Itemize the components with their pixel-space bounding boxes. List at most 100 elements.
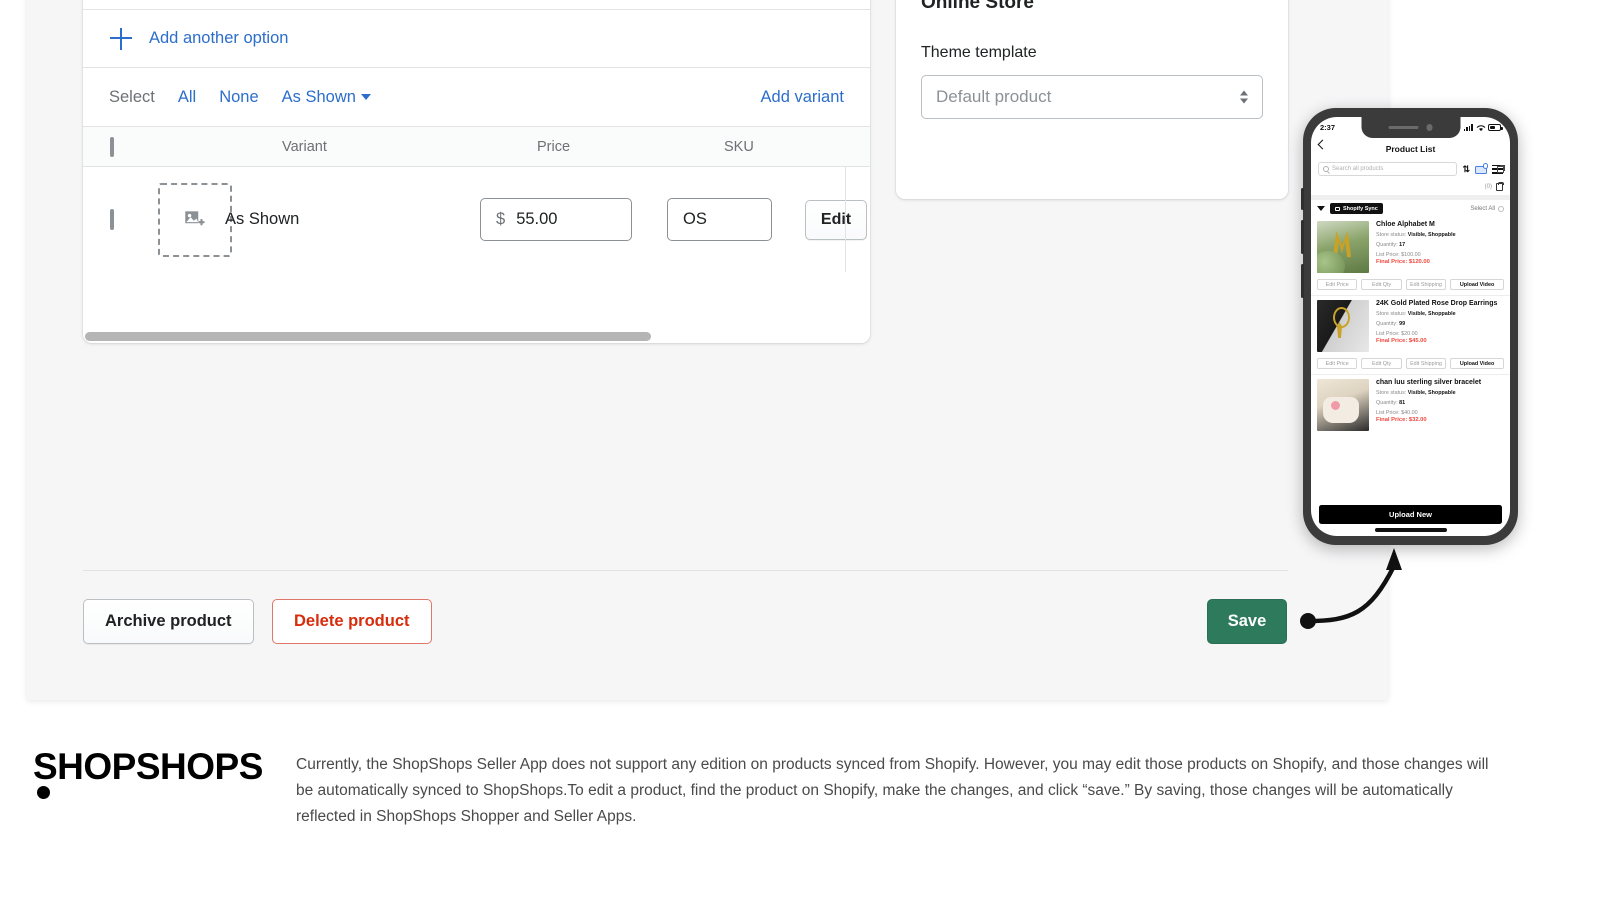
product-info: chan luu sterling silver bracelet Store …: [1376, 379, 1504, 431]
upload-new-button[interactable]: Upload New: [1319, 505, 1502, 524]
list-price-label: List Price:: [1376, 251, 1400, 258]
edit-qty-button[interactable]: Edit Qty: [1361, 279, 1402, 290]
select-all-control[interactable]: Select All: [1470, 205, 1504, 212]
cellular-signal-icon: [1463, 124, 1473, 131]
select-all-checkbox-cell: [83, 136, 140, 157]
sort-icon[interactable]: ⇅: [1462, 164, 1470, 174]
product-title: chan luu sterling silver bracelet: [1376, 379, 1482, 386]
shopshops-logo: SHOPSHOPS: [33, 746, 263, 787]
sku-input[interactable]: OS: [667, 198, 772, 241]
add-image-dropzone[interactable]: [158, 182, 232, 257]
select-all-link[interactable]: All: [178, 88, 196, 107]
list-item[interactable]: Chloe Alphabet M Store status: Visible, …: [1311, 165, 1510, 275]
add-another-option-row[interactable]: Add another option: [83, 10, 870, 68]
edit-price-button[interactable]: Edit Price: [1317, 358, 1358, 369]
product-store-status: Store status: Visible, Shoppable: [1376, 389, 1504, 397]
list-item[interactable]: 24K Gold Plated Rose Drop Earrings Store…: [1311, 165, 1510, 354]
variant-name-cell: As Shown: [225, 210, 480, 229]
store-status-label: Store status:: [1376, 390, 1407, 397]
variant-price-cell: $ 55.00: [480, 198, 667, 241]
back-chevron-icon[interactable]: [1317, 139, 1328, 150]
search-input[interactable]: Search all products: [1318, 162, 1458, 176]
select-none-link[interactable]: None: [219, 88, 258, 107]
radio-circle-icon: [1498, 205, 1504, 212]
online-store-title: Online Store: [921, 0, 1034, 13]
wifi-icon: [1476, 124, 1485, 131]
store-status-value: Visible, Shoppable: [1407, 232, 1456, 239]
quantity-label: Quantity:: [1376, 400, 1398, 407]
list-item[interactable]: chan luu sterling silver bracelet Store …: [1311, 165, 1510, 433]
edit-shipping-button[interactable]: Edit Shipping: [1405, 279, 1447, 290]
product-action-row: Edit Price Edit Qty Edit Shipping Upload…: [1311, 354, 1510, 375]
calendar-sync-icon[interactable]: [1475, 163, 1488, 174]
row-checkbox[interactable]: [110, 208, 114, 230]
delete-product-button[interactable]: Delete product: [272, 599, 432, 644]
variant-sku-cell: OS: [667, 198, 787, 241]
cart-count: (0): [1484, 184, 1492, 190]
phone-cart-row: (0): [1311, 179, 1510, 195]
store-status-label: Store status:: [1376, 232, 1407, 239]
quantity-label: Quantity:: [1376, 321, 1398, 328]
product-info: 24K Gold Plated Rose Drop Earrings Store…: [1376, 300, 1504, 352]
select-arrows-icon: [1240, 90, 1248, 104]
horizontal-scrollbar[interactable]: [83, 329, 870, 343]
final-price-value: $45.00: [1408, 337, 1427, 344]
product-final-price: Final Price: $120.00: [1376, 259, 1504, 265]
phone-camera: [1426, 124, 1433, 131]
horizontal-scrollbar-thumb[interactable]: [85, 332, 651, 341]
card-top-section: [83, 0, 870, 10]
footer-description: Currently, the ShopShops Seller App does…: [296, 756, 1489, 825]
edit-qty-button[interactable]: Edit Qty: [1361, 358, 1402, 369]
select-all-label: Select All: [1470, 205, 1495, 212]
price-value: 55.00: [516, 210, 558, 228]
collapse-triangle-icon[interactable]: [1317, 206, 1325, 211]
final-price-label: Final Price:: [1376, 337, 1408, 344]
archive-product-button[interactable]: Archive product: [83, 599, 254, 644]
search-placeholder: Search all products: [1332, 166, 1384, 172]
product-action-row: Edit Price Edit Qty Edit Shipping Upload…: [1311, 275, 1510, 296]
add-image-icon: [185, 210, 205, 225]
screenshot-root: Add another option Select All None As Sh…: [0, 0, 1600, 900]
variants-table-header: Variant Price SKU: [83, 127, 870, 167]
select-as-shown-label: As Shown: [281, 87, 356, 106]
product-quantity: Quantity: 99: [1376, 320, 1504, 328]
price-input[interactable]: $ 55.00: [480, 198, 632, 241]
edit-button[interactable]: Edit: [805, 199, 867, 240]
variants-card: Add another option Select All None As Sh…: [83, 0, 870, 343]
quantity-value: 17: [1399, 242, 1406, 249]
product-store-status: Store status: Visible, Shoppable: [1376, 231, 1504, 239]
add-another-option-label[interactable]: Add another option: [149, 29, 288, 48]
product-title: Chloe Alphabet M: [1376, 221, 1435, 228]
product-image: [1317, 300, 1369, 352]
row-checkbox-cell: [83, 208, 140, 230]
select-all-checkbox[interactable]: [110, 136, 114, 157]
variant-image-cell: [140, 182, 232, 257]
final-price-value: $32.00: [1408, 416, 1427, 423]
save-button[interactable]: Save: [1207, 599, 1287, 644]
add-variant-link[interactable]: Add variant: [761, 88, 844, 107]
phone-search-row: Search all products ⇅: [1311, 159, 1510, 179]
edit-price-button[interactable]: Edit Price: [1317, 279, 1358, 290]
store-status-value: Visible, Shoppable: [1407, 311, 1456, 318]
home-indicator: [1374, 528, 1447, 532]
edit-shipping-button[interactable]: Edit Shipping: [1405, 358, 1447, 369]
phone-side-button: [1301, 264, 1304, 298]
product-quantity: Quantity: 17: [1376, 241, 1504, 249]
chevron-down-icon: [360, 93, 371, 100]
phone-sync-row: Shopify Sync Select All: [1311, 200, 1510, 217]
upload-video-button[interactable]: Upload Video: [1450, 279, 1504, 290]
upload-video-button[interactable]: Upload Video: [1450, 358, 1504, 369]
column-header-price: Price: [537, 138, 571, 155]
product-info: Chloe Alphabet M Store status: Visible, …: [1376, 221, 1504, 273]
external-link-icon[interactable]: [1497, 165, 1505, 173]
product-list-price: List Price: $20.00: [1376, 330, 1504, 338]
final-price-value: $120.00: [1408, 258, 1430, 265]
shopping-bag-icon[interactable]: [1496, 181, 1504, 191]
theme-template-value: Default product: [936, 87, 1052, 106]
select-as-shown-dropdown[interactable]: As Shown: [282, 88, 371, 107]
phone-volume-up-button: [1301, 188, 1304, 210]
theme-template-select[interactable]: Default product: [921, 75, 1263, 119]
phone-screen: 2:37 Product List Search all products ⇅ …: [1311, 117, 1510, 536]
final-price-label: Final Price:: [1376, 258, 1408, 265]
variant-edit-cell: Edit: [787, 199, 870, 240]
